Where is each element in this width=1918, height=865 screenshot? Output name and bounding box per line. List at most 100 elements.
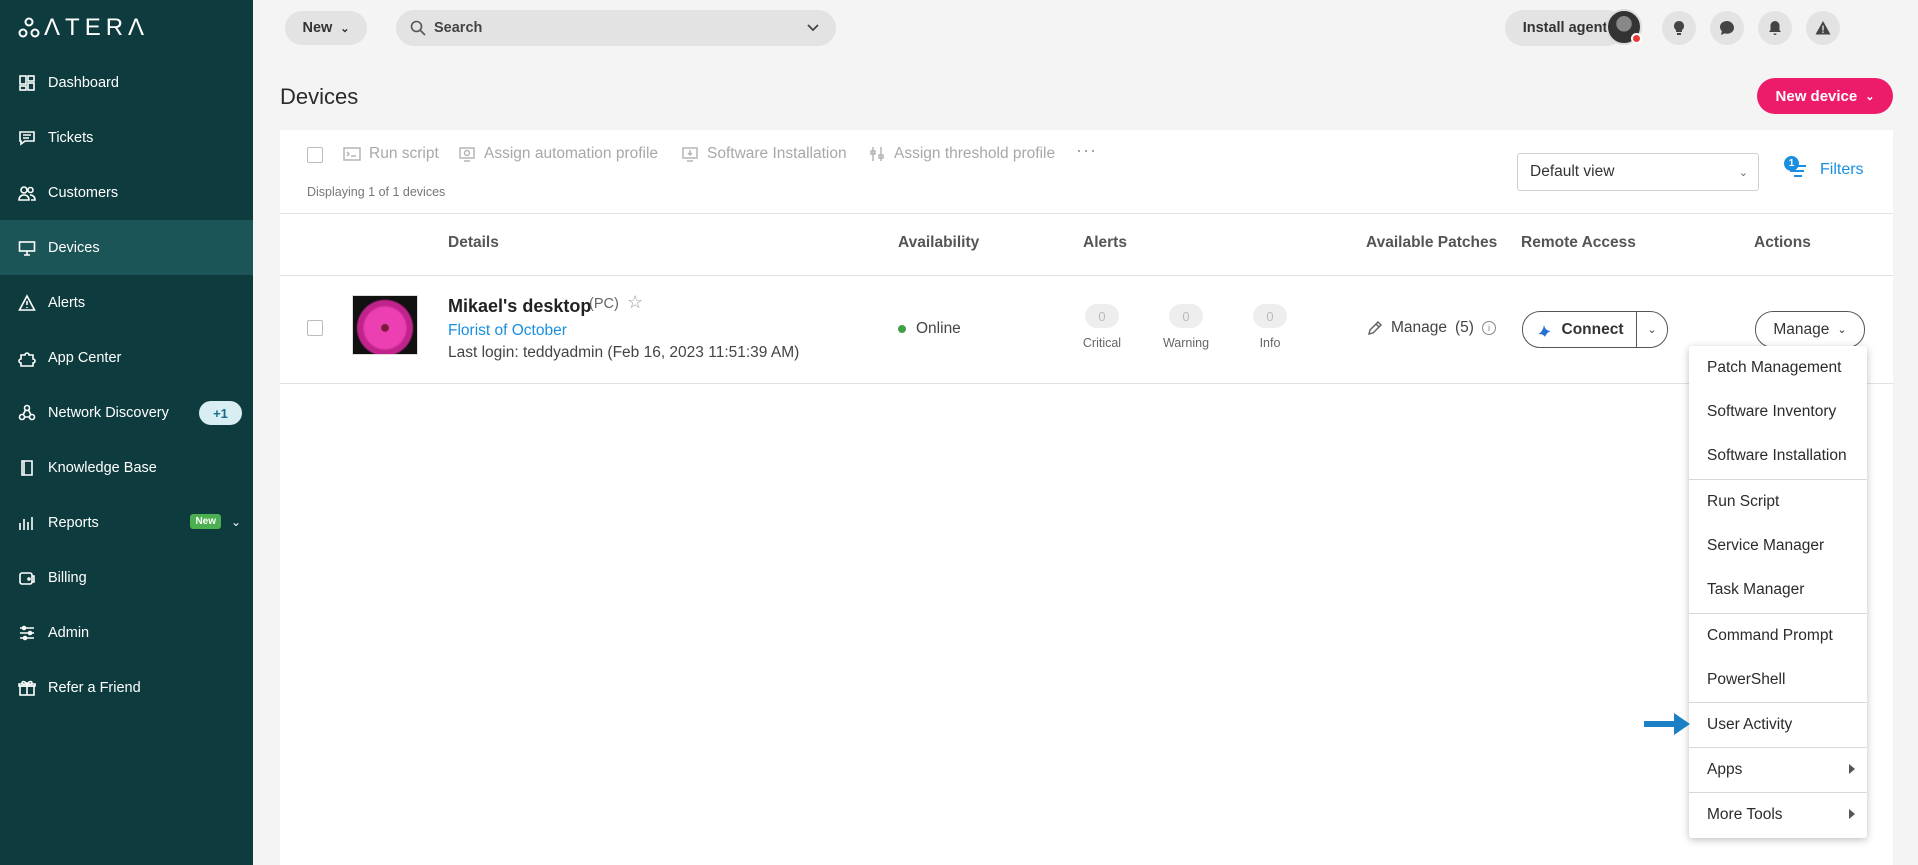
status-dot: [1631, 33, 1642, 44]
admin-icon: [18, 624, 36, 642]
chevron-down-icon[interactable]: ⌄: [231, 515, 241, 529]
software-install-icon: [682, 147, 698, 162]
manage-label: Manage: [1773, 320, 1830, 338]
sidebar-item-network-discovery[interactable]: Network Discovery +1: [0, 385, 253, 440]
network-discovery-badge: +1: [199, 401, 242, 425]
last-login: Last login: teddyadmin (Feb 16, 2023 11:…: [448, 344, 800, 361]
column-alerts[interactable]: Alerts: [1083, 234, 1127, 252]
assign-threshold-action[interactable]: Assign threshold profile: [868, 145, 1055, 163]
menu-item-run-script[interactable]: Run Script: [1689, 480, 1867, 524]
sidebar-item-label: App Center: [48, 349, 122, 366]
critical-count[interactable]: 0: [1085, 304, 1119, 328]
view-select[interactable]: Default view ⌄: [1517, 153, 1759, 191]
lightbulb-icon[interactable]: [1662, 11, 1696, 45]
info-icon[interactable]: i: [1481, 321, 1496, 335]
displaying-count: Displaying 1 of 1 devices: [307, 185, 446, 199]
automation-icon: [459, 147, 475, 162]
chevron-down-icon[interactable]: [804, 18, 822, 36]
table-header: Details Availability Alerts Available Pa…: [280, 214, 1893, 276]
sidebar-item-knowledge-base[interactable]: Knowledge Base: [0, 440, 253, 495]
chevron-down-icon: ⌄: [1738, 167, 1748, 179]
caret-right-icon: [1849, 764, 1855, 774]
menu-item-user-activity[interactable]: User Activity: [1689, 703, 1867, 747]
menu-item-software-installation[interactable]: Software Installation: [1689, 434, 1867, 478]
alerts-icon: [18, 293, 36, 312]
assign-threshold-label: Assign threshold profile: [894, 145, 1056, 162]
reports-new-badge: New: [190, 514, 221, 529]
sidebar-item-tickets[interactable]: Tickets: [0, 110, 253, 165]
connect-button[interactable]: Connect: [1523, 312, 1637, 347]
column-available-patches[interactable]: Available Patches: [1366, 234, 1497, 252]
info-count[interactable]: 0: [1253, 304, 1287, 328]
sidebar-item-app-center[interactable]: App Center: [0, 330, 253, 385]
sidebar-item-devices[interactable]: Devices: [0, 220, 253, 275]
atera-logo[interactable]: ΛTERΛ: [18, 14, 149, 41]
manage-dropdown-menu: Patch Management Software Inventory Soft…: [1689, 346, 1867, 838]
column-details[interactable]: Details: [448, 234, 499, 252]
sidebar-item-dashboard[interactable]: Dashboard: [0, 55, 253, 110]
sidebar-item-label: Refer a Friend: [48, 679, 141, 696]
info-label: Info: [1259, 336, 1281, 350]
online-dot-icon: [898, 325, 906, 333]
top-bar: New ⌄ Search Install agent: [253, 0, 1918, 55]
sidebar-item-alerts[interactable]: Alerts: [0, 275, 253, 330]
chevron-down-icon: ⌄: [1837, 324, 1847, 336]
manage-button[interactable]: Manage ⌄: [1755, 311, 1865, 348]
filters-count-badge: 1: [1784, 156, 1799, 171]
devices-panel: Run script Assign automation profile Sof…: [280, 130, 1893, 865]
connect-split-button: Connect ⌄: [1522, 311, 1668, 348]
sidebar-item-label: Dashboard: [48, 74, 119, 91]
device-type: (PC): [589, 296, 619, 312]
menu-item-patch-management[interactable]: Patch Management: [1689, 346, 1867, 390]
caret-right-icon: [1849, 809, 1855, 819]
chat-icon[interactable]: [1710, 11, 1744, 45]
software-installation-label: Software Installation: [707, 145, 847, 162]
gift-icon: [18, 679, 36, 697]
search-bar[interactable]: Search: [396, 10, 836, 46]
menu-item-command-prompt[interactable]: Command Prompt: [1689, 614, 1867, 658]
more-actions-icon[interactable]: ···: [1076, 140, 1097, 161]
network-discovery-icon: [18, 404, 36, 422]
menu-item-service-manager[interactable]: Service Manager: [1689, 524, 1867, 568]
new-button[interactable]: New ⌄: [285, 11, 367, 45]
filters-label: Filters: [1820, 161, 1864, 178]
table-row: Mikael's desktop (PC) ☆ Florist of Octob…: [280, 276, 1893, 384]
bell-icon[interactable]: [1758, 11, 1792, 45]
sidebar-item-billing[interactable]: Billing: [0, 550, 253, 605]
assign-automation-action[interactable]: Assign automation profile: [458, 145, 658, 163]
select-all-checkbox[interactable]: [307, 147, 323, 163]
splashtop-icon: [1537, 324, 1551, 337]
software-installation-action[interactable]: Software Installation: [681, 145, 847, 163]
device-name[interactable]: Mikael's desktop: [448, 296, 591, 317]
menu-item-more-tools-label: More Tools: [1707, 806, 1783, 823]
tickets-icon: [18, 129, 36, 147]
sidebar-item-label: Tickets: [48, 129, 94, 146]
new-device-button[interactable]: New device ⌄: [1757, 78, 1893, 114]
row-checkbox[interactable]: [307, 320, 323, 336]
patches-manage-link[interactable]: Manage (5) i: [1367, 319, 1496, 337]
menu-item-software-inventory[interactable]: Software Inventory: [1689, 390, 1867, 434]
connect-options-chevron-icon[interactable]: ⌄: [1637, 312, 1667, 347]
page-title: Devices: [280, 84, 359, 109]
sidebar-item-label: Customers: [48, 184, 119, 201]
warning-count[interactable]: 0: [1169, 304, 1203, 328]
column-remote-access[interactable]: Remote Access: [1521, 234, 1636, 252]
run-script-label: Run script: [369, 145, 439, 162]
sidebar-item-refer-a-friend[interactable]: Refer a Friend: [0, 660, 253, 715]
bulk-actions-toolbar: Run script Assign automation profile Sof…: [280, 130, 1893, 214]
device-thumbnail: [352, 295, 418, 355]
menu-item-task-manager[interactable]: Task Manager: [1689, 568, 1867, 612]
menu-item-apps-label: Apps: [1707, 761, 1743, 778]
customer-link[interactable]: Florist of October: [448, 322, 567, 340]
column-availability[interactable]: Availability: [898, 234, 979, 252]
reports-icon: [18, 514, 36, 532]
warning-icon[interactable]: [1806, 11, 1840, 45]
run-script-action[interactable]: Run script: [343, 145, 439, 163]
menu-item-apps[interactable]: Apps: [1689, 748, 1867, 792]
star-icon[interactable]: ☆: [627, 292, 643, 313]
sidebar-item-reports[interactable]: Reports New ⌄: [0, 495, 253, 550]
menu-item-more-tools[interactable]: More Tools: [1689, 793, 1867, 837]
sidebar-item-admin[interactable]: Admin: [0, 605, 253, 660]
sidebar-item-customers[interactable]: Customers: [0, 165, 253, 220]
menu-item-powershell[interactable]: PowerShell: [1689, 658, 1867, 702]
